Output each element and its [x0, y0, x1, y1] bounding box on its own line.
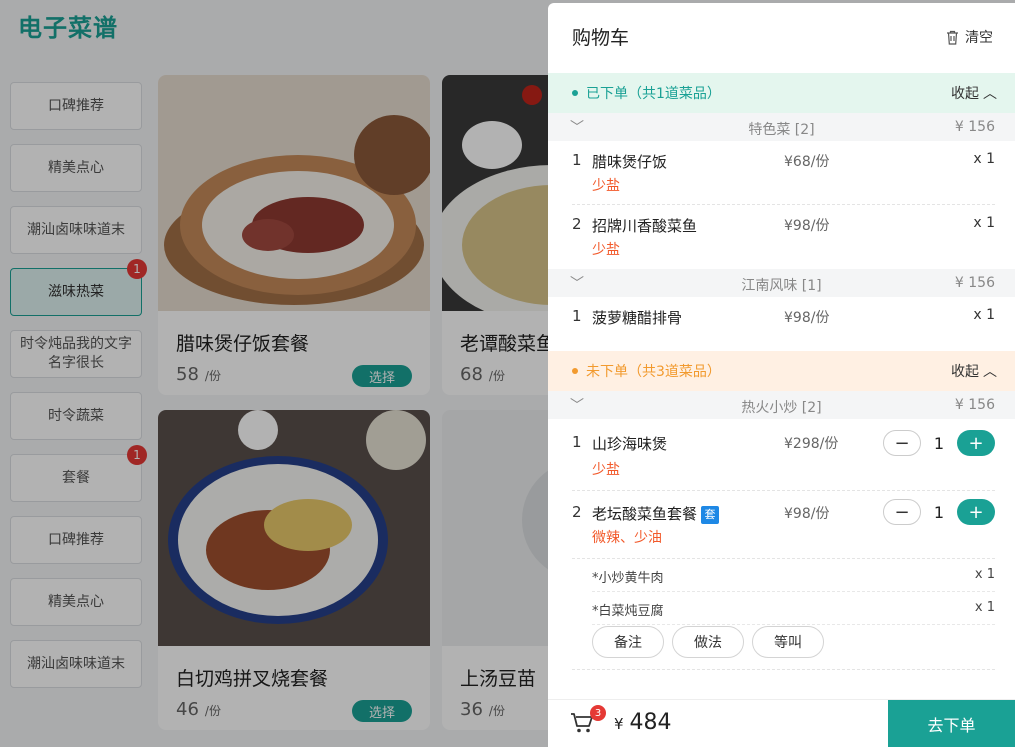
dish-group-header[interactable]: ﹀ 热火小炒 [2] ¥ 156: [548, 391, 1015, 419]
clear-cart-button[interactable]: 清空: [946, 27, 993, 47]
cart-footer: 3 ¥484 去下单: [548, 699, 1015, 747]
status-dot: [572, 90, 578, 96]
cart-total: ¥484: [614, 710, 672, 735]
dish-group-header[interactable]: ﹀ 特色菜 [2] ¥ 156: [548, 113, 1015, 141]
cart-item: 2 招牌川香酸菜鱼 ¥98/份 x 1 少盐: [572, 215, 995, 258]
item-actions: 备注 做法 等叫: [592, 626, 824, 658]
quantity-stepper: − 1 +: [883, 499, 995, 525]
chevron-up-icon: ︿: [983, 86, 997, 102]
collapse-button[interactable]: 收起 ︿: [951, 361, 997, 381]
divider: [572, 669, 995, 670]
cart-drawer: 购物车 清空 已下单（共1道菜品） 收起 ︿ ﹀ 特色菜 [2] ¥ 156 1 …: [548, 3, 1015, 747]
cart-item: 1 山珍海味煲 ¥298/份 少盐 − 1 +: [572, 419, 995, 491]
chevron-up-icon: ︿: [983, 364, 997, 380]
quantity-stepper: − 1 +: [883, 430, 995, 456]
set-meal-tag: 套: [701, 506, 720, 524]
dish-group-header[interactable]: ﹀ 江南风味 [1] ¥ 156: [548, 269, 1015, 297]
cooking-method-button[interactable]: 做法: [672, 626, 744, 658]
trash-icon: [947, 30, 958, 45]
pending-section-header[interactable]: 未下单（共3道菜品） 收起 ︿: [548, 351, 1015, 391]
set-subitem: *白菜炖豆腐 x 1: [592, 592, 995, 625]
remark-button[interactable]: 备注: [592, 626, 664, 658]
hold-button[interactable]: 等叫: [752, 626, 824, 658]
cart-count-badge: 3: [590, 705, 606, 721]
collapse-button[interactable]: 收起 ︿: [951, 83, 997, 103]
cart-title: 购物车: [572, 27, 630, 49]
decrease-button[interactable]: −: [883, 430, 921, 456]
increase-button[interactable]: +: [957, 430, 995, 456]
cart-item: 2 老坛酸菜鱼套餐套 ¥98/份 微辣、少油 − 1 +: [572, 491, 995, 559]
cart-item: 1 腊味煲仔饭 ¥68/份 x 1 少盐: [572, 141, 995, 205]
ordered-section-header[interactable]: 已下单（共1道菜品） 收起 ︿: [548, 73, 1015, 113]
decrease-button[interactable]: −: [883, 499, 921, 525]
set-subitem: *小炒黄牛肉 x 1: [592, 559, 995, 592]
submit-order-button[interactable]: 去下单: [888, 700, 1015, 747]
status-dot: [572, 368, 578, 374]
cart-header: 购物车 清空: [548, 3, 1015, 73]
increase-button[interactable]: +: [957, 499, 995, 525]
cart-item: 1 菠萝糖醋排骨 ¥98/份 x 1: [572, 307, 995, 327]
